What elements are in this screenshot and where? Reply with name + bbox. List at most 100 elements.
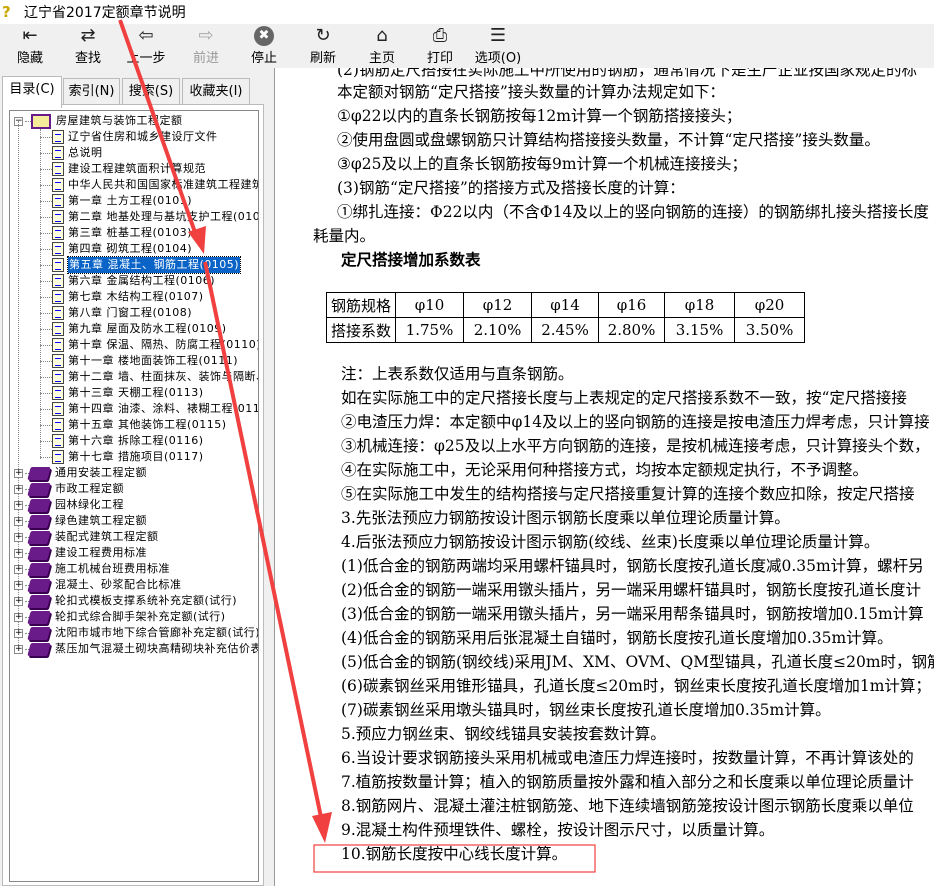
table-cell: φ16 [598,292,666,318]
content-line: 8.钢筋网片、混凝土灌注桩钢筋笼、地下连续墙钢筋笼按设计图示钢筋长度乘以单位 [341,797,914,815]
tree-item[interactable]: 中华人民共和国国家标准建筑工程建筑 [40,177,259,193]
tree-item[interactable]: 第十章 保温、隔热、防腐工程(0110) [40,337,258,353]
tree-item[interactable]: 第十六章 拆除工程(0116) [40,433,204,449]
tree-node-book[interactable]: + 混凝土、砂浆配合比标准 [14,577,182,593]
tree-item[interactable]: 建设工程建筑面积计算规范 [40,161,206,177]
table-cell: 3.50% [734,317,806,343]
tree-node-book[interactable]: + 沈阳市城市地下综合管廊补充定额(试行) [14,625,259,641]
book-icon [27,562,51,576]
tree-item[interactable]: 第十五章 其他装饰工程(0115) [40,417,227,433]
tree-connector [40,328,52,330]
expand-icon[interactable]: + [14,580,23,590]
tree-connector [40,312,52,314]
content-line: ⑤在实际施工中发生的结构搭接与定尺搭接重复计算的连接个数应扣除，按定尺搭接 [341,485,915,503]
tree-label: 沈阳市城市地下综合管廊补充定额(试行) [55,626,259,639]
expand-icon[interactable]: + [14,628,23,638]
tree-item[interactable]: 第六章 金属结构工程(0106) [40,273,215,289]
tab-2[interactable]: 搜索(S) [122,78,180,106]
tree-node-book[interactable]: + 建设工程费用标准 [14,545,147,561]
tree-node-book[interactable]: + 轮扣式模板支撑系统补充定额(试行) [14,593,237,609]
expand-icon[interactable]: + [14,644,23,654]
toolbar-button-forward-arrow[interactable]: ⇨ 前进 [178,24,234,68]
toolbar-button-refresh[interactable]: ↻ 刷新 [295,24,351,68]
toolbar-button-options[interactable]: ☰ 选项(O) [470,24,526,68]
toolbar-button-find[interactable]: ⇄ 查找 [60,24,116,68]
tree-connector [40,440,52,442]
toolbar-button-home[interactable]: ⌂ 主页 [354,24,410,68]
back-arrow-icon: ⇦ [138,25,154,46]
tree-label: 第四章 砌筑工程(0104) [68,242,193,255]
tree-label: 第六章 金属结构工程(0106) [68,274,216,287]
tree-item[interactable]: 第十二章 墙、柱面抹灰、装饰与隔断、 [40,369,258,385]
expand-icon[interactable]: + [14,532,23,542]
toolbar-button-hide[interactable]: ⇤ 隐藏 [2,24,58,68]
tree-node-book[interactable]: + 施工机械台班费用标准 [14,561,170,577]
table-cell: 1.75% [395,317,465,343]
content-line: 注：上表系数仅适用与直条钢筋。 [341,365,574,383]
content-line: ③机械连接：φ25及以上水平方向钢筋的连接，是按机械连接考虑，只计算接头个数， [341,437,930,455]
expand-icon[interactable]: + [14,548,23,558]
book-icon [27,626,51,640]
tree-label: 第十一章 楼地面装饰工程(0111) [68,354,239,367]
tree-item[interactable]: 第三章 桩基工程(0103) [40,225,192,241]
pane-splitter[interactable] [266,68,275,886]
tab-0[interactable]: 目录(C) [2,76,62,108]
expand-icon[interactable]: + [14,612,23,622]
table-cell: 2.45% [531,317,600,343]
document-icon [52,242,64,256]
tree-item[interactable]: 第十三章 天棚工程(0113) [40,385,204,401]
tree-label: 第十四章 油漆、涂料、裱糊工程(0114) [68,402,259,415]
tree-node-root[interactable]: − 房屋建筑与装饰工程定额 [14,113,183,129]
tree-label: 通用安装工程定额 [55,466,147,479]
refresh-icon: ↻ [315,25,331,46]
tree-label: 绿色建筑工程定额 [55,514,147,527]
tree-node-book[interactable]: + 装配式建筑工程定额 [14,529,159,545]
tree-item[interactable]: 第十一章 楼地面装饰工程(0111) [40,353,238,369]
tree-item[interactable]: 第八章 门窗工程(0108) [40,305,192,321]
tree-item[interactable]: 第十七章 措施项目(0117) [40,449,204,465]
expand-icon[interactable]: + [14,516,23,526]
toolbar-button-stop[interactable]: ✖ 停止 [236,24,292,68]
table-cell: 搭接系数 [325,317,397,343]
tree-item[interactable]: 总说明 [40,145,103,161]
table-cell: φ10 [395,292,465,318]
expand-icon[interactable]: + [14,500,23,510]
expand-icon[interactable]: + [14,468,23,478]
tree-node-book[interactable]: + 通用安装工程定额 [14,465,147,481]
table-cell: 3.15% [664,317,736,343]
tree-item[interactable]: 辽宁省住房和城乡建设厅文件 [40,129,218,145]
tree-connector [40,168,52,170]
expand-icon[interactable]: + [14,596,23,606]
tree-item[interactable]: 第十四章 油漆、涂料、裱糊工程(0114) [40,401,259,417]
tree-item[interactable]: 第一章 土方工程(0101) [40,193,192,209]
tree-item[interactable]: 第五章 混凝土、钢筋工程(0105) [40,256,242,274]
print-icon: ⎙ [432,25,448,46]
tree-connector [40,424,52,426]
toolbar-button-print[interactable]: ⎙ 打印 [412,24,468,68]
toolbar-label: 停止 [250,51,277,66]
tree-node-book[interactable]: + 市政工程定额 [14,481,124,497]
content-line: (7)碳素钢丝采用墩头锚具时，钢丝束长度按孔道长度增加0.35m计算。 [341,701,831,719]
expand-icon[interactable]: + [14,564,23,574]
tree-label: 第五章 混凝土、钢筋工程(0105) [66,256,242,274]
tree-item[interactable]: 第二章 地基处理与基坑支护工程(0102) [40,209,258,225]
tree-node-book[interactable]: + 园林绿化工程 [14,497,124,513]
tab-1[interactable]: 索引(N) [63,78,120,106]
toolbar-button-back-arrow[interactable]: ⇦ 上一步 [118,24,174,68]
contents-tree[interactable]: − 房屋建筑与装饰工程定额 辽宁省住房和城乡建设厅文件 总说明 建设工程建筑面积计算规范… [9,110,259,882]
content-line: ④在实际施工中，无论采用何种搭接方式，均按本定额规定执行，不予调整。 [341,461,869,479]
tree-item[interactable]: 第九章 屋面及防水工程(0109) [40,321,227,337]
tree-item[interactable]: 第四章 砌筑工程(0104) [40,241,192,257]
tree-item[interactable]: 第七章 木结构工程(0107) [40,289,204,305]
tree-node-book[interactable]: + 轮扣式综合脚手架补充定额(试行) [14,609,226,625]
document-icon [52,146,64,160]
document-icon [52,450,64,464]
tab-3[interactable]: 收藏夹(I) [182,78,250,106]
tree-node-book[interactable]: + 蒸压加气混凝土砌块高精砌块补充估价表( [14,641,258,657]
tree-label: 中华人民共和国国家标准建筑工程建筑 [68,178,259,191]
document-icon [52,354,64,368]
document-icon [52,130,64,144]
book-icon [27,530,51,544]
tree-node-book[interactable]: + 绿色建筑工程定额 [14,513,147,529]
expand-icon[interactable]: + [14,484,23,494]
